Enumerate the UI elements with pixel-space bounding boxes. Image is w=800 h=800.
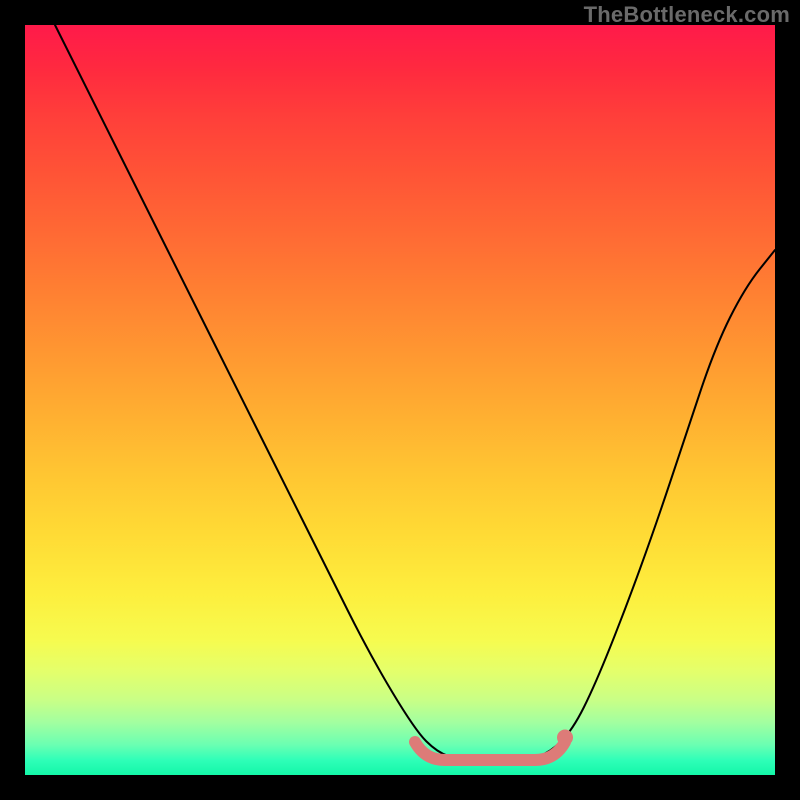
optimal-range-end-dot bbox=[557, 730, 573, 746]
plot-area bbox=[25, 25, 775, 775]
chart-frame: TheBottleneck.com bbox=[0, 0, 800, 800]
bottleneck-curve-line bbox=[55, 25, 775, 764]
chart-svg bbox=[25, 25, 775, 775]
